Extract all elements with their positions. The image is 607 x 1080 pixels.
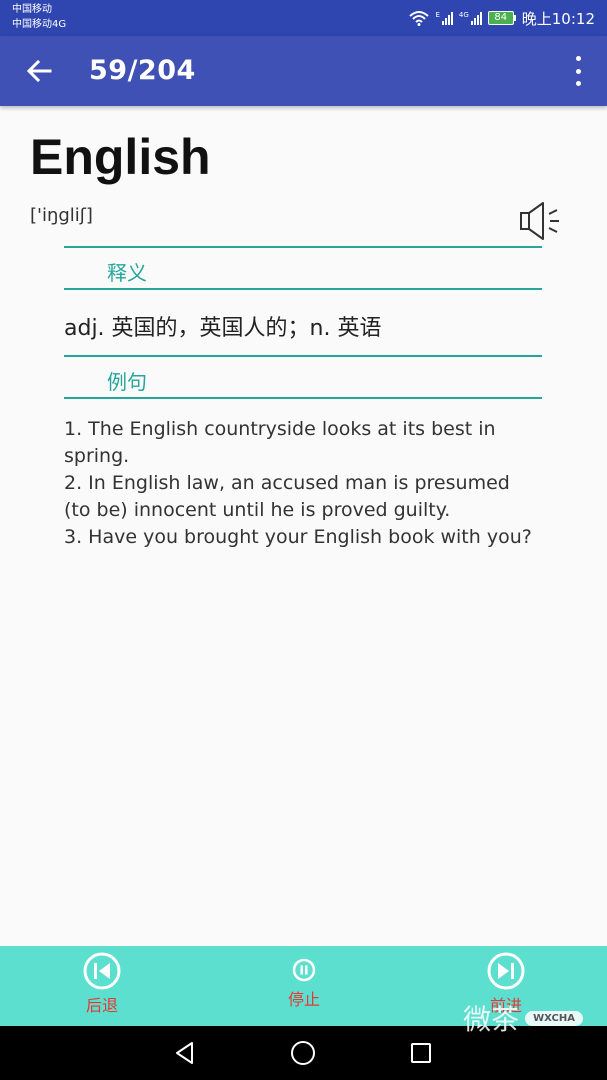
example-item: 3. Have you brought your English book wi…	[64, 526, 532, 548]
watermark-tag: WXCHA	[525, 1010, 583, 1026]
battery-level: 84	[487, 11, 514, 25]
previous-button[interactable]: 后退	[74, 946, 130, 1026]
carrier-1: 中国移动	[12, 4, 52, 15]
signal-1-icon: E	[435, 11, 453, 25]
more-vert-icon	[575, 56, 581, 61]
definition-header: 释义	[107, 261, 147, 285]
carrier-2: 中国移动4G	[12, 19, 67, 30]
watermark-text: 微茶	[463, 1003, 520, 1036]
status-icons: E 4G 84 晚上10:12	[409, 6, 595, 30]
divider	[64, 355, 542, 357]
previous-label: 后退	[85, 996, 118, 1015]
page-counter: 59/204	[89, 55, 196, 86]
signal-1-tag: E	[435, 11, 440, 19]
pause-icon	[292, 958, 316, 982]
stop-button[interactable]: 停止	[276, 946, 332, 1026]
word-title: English	[30, 129, 211, 185]
examples-list: 1. The English countryside looks at its …	[64, 416, 534, 551]
signal-2-icon: 4G	[459, 11, 482, 25]
signal-2-tag: 4G	[458, 11, 469, 19]
nav-home-icon[interactable]	[290, 1040, 316, 1066]
wifi-icon	[409, 11, 430, 26]
status-bar: 中国移动 中国移动4G E 4G 84 晚上10:12	[0, 0, 607, 36]
divider	[64, 397, 542, 399]
back-button[interactable]	[22, 54, 56, 88]
next-icon	[487, 952, 525, 990]
divider	[64, 288, 542, 290]
arrow-left-icon	[26, 59, 52, 83]
clock: 晚上10:12	[521, 9, 595, 28]
previous-icon	[83, 952, 121, 990]
battery-icon: 84	[487, 11, 516, 25]
definition-text: adj. 英国的，英国人的；n. 英语	[64, 316, 382, 341]
phonetic: ['iŋgliʃ]	[30, 205, 93, 226]
nav-back-icon[interactable]	[172, 1040, 198, 1066]
divider	[64, 246, 542, 248]
speaker-icon	[520, 202, 559, 240]
examples-header: 例句	[107, 370, 147, 394]
app-bar: 59/204	[0, 36, 607, 106]
example-item: 2. In English law, an accused man is pre…	[64, 472, 510, 521]
pronounce-button[interactable]	[518, 200, 564, 242]
example-item: 1. The English countryside looks at its …	[64, 418, 496, 467]
more-options-button[interactable]	[573, 56, 583, 86]
nav-recents-icon[interactable]	[408, 1040, 434, 1066]
watermark: 微茶 WXCHA	[463, 998, 583, 1038]
stop-label: 停止	[287, 990, 320, 1009]
